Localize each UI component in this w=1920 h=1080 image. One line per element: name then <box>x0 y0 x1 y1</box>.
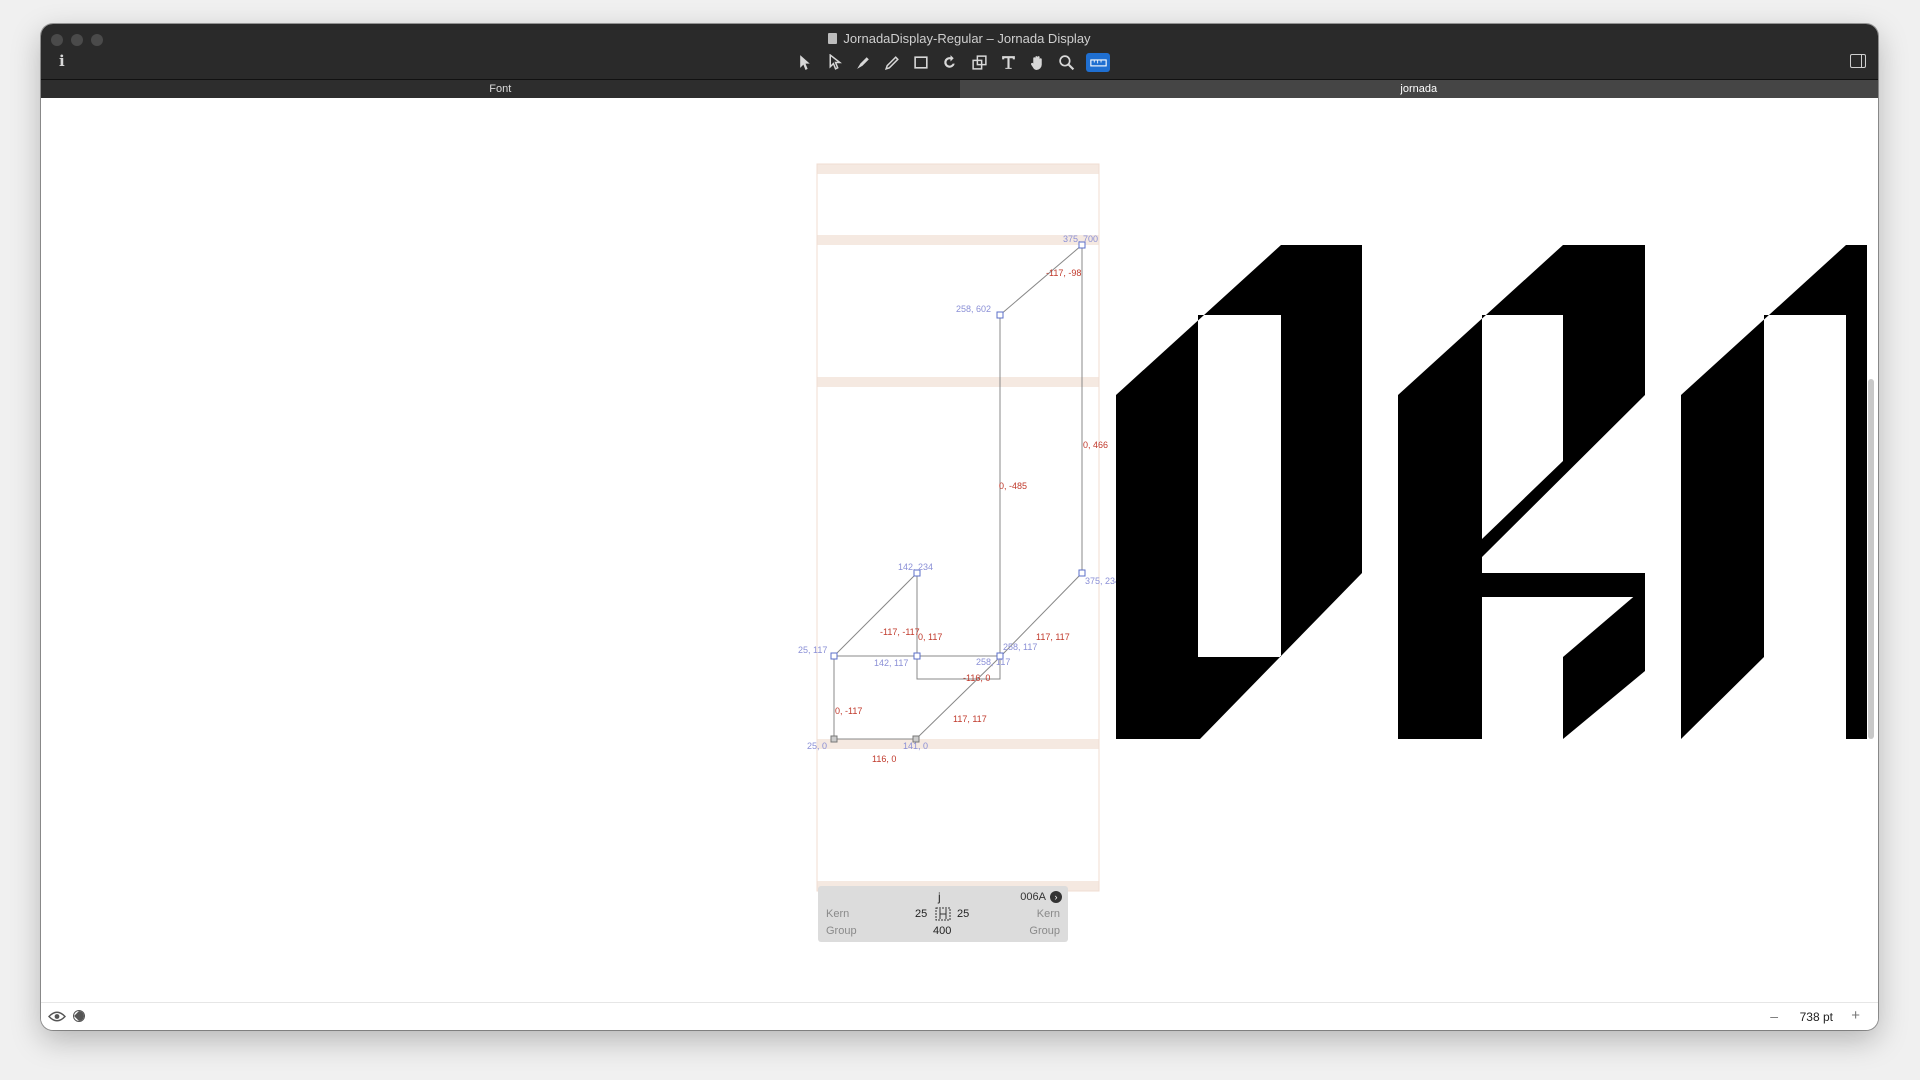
segment-label: 0, 466 <box>1083 440 1108 450</box>
vertical-scrollbar[interactable] <box>1868 379 1874 739</box>
node-label: 258, 602 <box>956 304 991 314</box>
segment-labels: -117, -98 0, 466 0, -485 -117, -117 0, 1… <box>835 268 1108 764</box>
node-labels: 375, 700 258, 602 375, 234 142, 234 25, … <box>798 234 1120 751</box>
metrics-link-icon[interactable] <box>935 907 951 921</box>
metric-band-baseline <box>817 739 1099 749</box>
info-icon[interactable]: i <box>59 52 65 70</box>
width-value[interactable]: 400 <box>933 925 951 937</box>
edit-canvas[interactable]: 375, 700 258, 602 375, 234 142, 234 25, … <box>41 99 1878 1003</box>
glyph-view: 375, 700 258, 602 375, 234 142, 234 25, … <box>798 163 1867 892</box>
node-label: 258, 117 <box>976 657 1010 667</box>
segment-label: 117, 117 <box>953 714 987 724</box>
metric-band-ascender <box>817 164 1099 174</box>
hand-icon[interactable] <box>1028 53 1047 72</box>
measurement-icon[interactable] <box>1086 53 1110 72</box>
node[interactable] <box>996 311 1004 319</box>
nodes <box>830 241 1086 743</box>
preview-glyph-o <box>1116 245 1362 739</box>
preview-glyph-n <box>1681 245 1867 739</box>
node-label: 25, 0 <box>807 741 827 751</box>
node-label: 142, 234 <box>898 562 933 572</box>
rsb-value[interactable]: 25 <box>957 908 969 920</box>
tab-bar: Font jornada <box>41 80 1878 98</box>
preview-glyphs <box>1116 245 1867 739</box>
arrow-right-icon[interactable]: › <box>1050 891 1062 903</box>
segment-label: 0, -485 <box>999 481 1027 491</box>
node[interactable] <box>830 652 838 660</box>
metric-band-cap <box>817 235 1099 245</box>
segment-label: 117, 117 <box>1036 632 1070 642</box>
zoom-in-button[interactable]: + <box>1851 1007 1860 1024</box>
preview-glyph-r-leg <box>1563 587 1645 739</box>
kern-right-label[interactable]: Kern <box>1037 908 1060 920</box>
select-all-layers-icon[interactable] <box>825 53 844 72</box>
tab-font[interactable]: Font <box>41 80 960 98</box>
segment-label: -117, -117 <box>880 627 920 637</box>
window-title-text: JornadaDisplay-Regular – Jornada Display <box>843 31 1091 46</box>
node-label: 25, 117 <box>798 645 827 655</box>
start-node[interactable] <box>830 735 838 743</box>
segment-label: 116, 0 <box>872 754 896 764</box>
node-label: 375, 700 <box>1063 234 1098 244</box>
document-icon <box>828 33 838 44</box>
segment-label: -117, -98 <box>1046 268 1081 278</box>
node[interactable] <box>913 652 921 660</box>
outline-segment <box>833 572 918 657</box>
rotate-icon[interactable] <box>941 53 960 72</box>
primitives-icon[interactable] <box>912 53 931 72</box>
segment-label: 0, 117 <box>918 632 942 642</box>
select-icon[interactable] <box>796 53 815 72</box>
window-title: JornadaDisplay-Regular – Jornada Display <box>41 31 1878 46</box>
sidebar-toggle-icon[interactable] <box>1850 54 1866 68</box>
zoom-out-button[interactable]: – <box>1770 1008 1778 1024</box>
kern-left-label[interactable]: Kern <box>826 908 849 920</box>
titlebar: JornadaDisplay-Regular – Jornada Display… <box>41 24 1878 80</box>
glyph-char: j <box>938 890 941 904</box>
node-label: 142, 117 <box>874 658 908 668</box>
group-right-label[interactable]: Group <box>1029 925 1060 937</box>
node-label: 141, 0 <box>903 741 928 751</box>
node-label: 258, 117 <box>1003 642 1037 652</box>
unicode-value: 006A <box>1020 891 1046 903</box>
segment-label: 0, -117 <box>835 706 862 716</box>
glyph-outline <box>833 243 1083 740</box>
bottom-bar: – 738 pt + <box>41 1002 1878 1030</box>
segment-label: -116, 0 <box>963 673 990 683</box>
tab-jornada[interactable]: jornada <box>959 80 1878 98</box>
lsb-value[interactable]: 25 <box>915 908 927 920</box>
color-preview-icon[interactable] <box>73 1010 85 1022</box>
zoom-level[interactable]: 738 pt <box>1800 1010 1833 1024</box>
glyph-info-panel: j 006A › Kern 25 25 Kern Group 400 Group <box>818 886 1068 942</box>
pen-icon[interactable] <box>854 53 873 72</box>
zoom-icon[interactable] <box>1057 53 1076 72</box>
group-left-label[interactable]: Group <box>826 925 857 937</box>
scale-icon[interactable] <box>970 53 989 72</box>
metric-band-xheight <box>817 377 1099 387</box>
pencil-icon[interactable] <box>883 53 902 72</box>
toolbar <box>796 53 1110 72</box>
eye-icon[interactable] <box>48 1011 66 1022</box>
text-icon[interactable] <box>999 53 1018 72</box>
app-window: JornadaDisplay-Regular – Jornada Display… <box>41 24 1878 1030</box>
node-label: 375, 234 <box>1085 576 1120 586</box>
